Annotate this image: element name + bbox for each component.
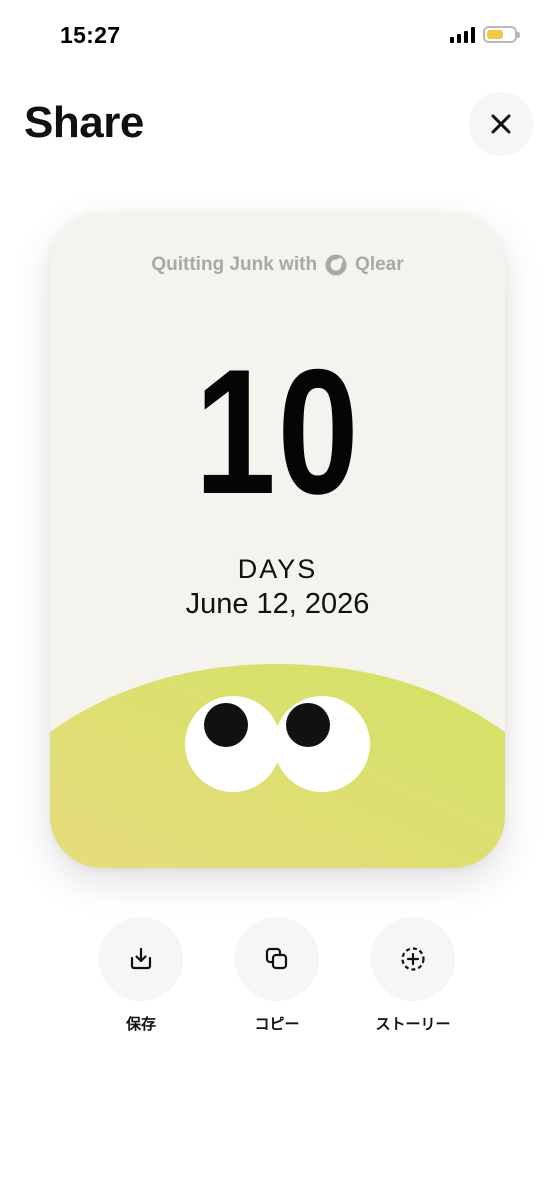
close-icon: [491, 114, 511, 134]
story-label: ストーリー: [375, 1015, 451, 1033]
copy-button-circle[interactable]: [235, 917, 319, 1001]
start-date: June 12, 2026: [185, 588, 370, 620]
download-icon: [130, 947, 152, 970]
save-button-circle[interactable]: [99, 917, 183, 1001]
copy-icon: [265, 947, 288, 970]
share-card: Quitting Junk with Qlear 10 DAYS June 12…: [50, 212, 505, 868]
right-pupil: [286, 703, 330, 747]
brand-line: Quitting Junk with Qlear: [50, 254, 505, 276]
cellular-signal-icon: [450, 26, 475, 43]
left-pupil: [204, 703, 248, 747]
status-indicators: [450, 26, 520, 43]
close-button[interactable]: [469, 92, 533, 156]
copy-button[interactable]: コピー: [222, 917, 332, 1034]
day-count: 10: [194, 332, 361, 531]
story-button-circle[interactable]: [371, 917, 455, 1001]
story-button[interactable]: ストーリー: [358, 917, 468, 1034]
copy-label: コピー: [254, 1015, 300, 1033]
battery-icon: [483, 26, 520, 43]
qlear-logo-icon: [325, 254, 347, 276]
save-label: 保存: [125, 1015, 156, 1033]
brand-prefix: Quitting Junk with: [151, 254, 318, 275]
share-screen: 15:27 Share Quitting Junk with Qlear 10 …: [0, 0, 555, 1200]
add-story-icon: [401, 947, 425, 971]
page-title: Share: [24, 98, 144, 147]
status-time: 15:27: [60, 22, 121, 48]
save-button[interactable]: 保存: [86, 917, 196, 1034]
brand-name: Qlear: [355, 254, 404, 275]
day-unit: DAYS: [237, 554, 318, 584]
mascot-illustration: [50, 664, 505, 868]
